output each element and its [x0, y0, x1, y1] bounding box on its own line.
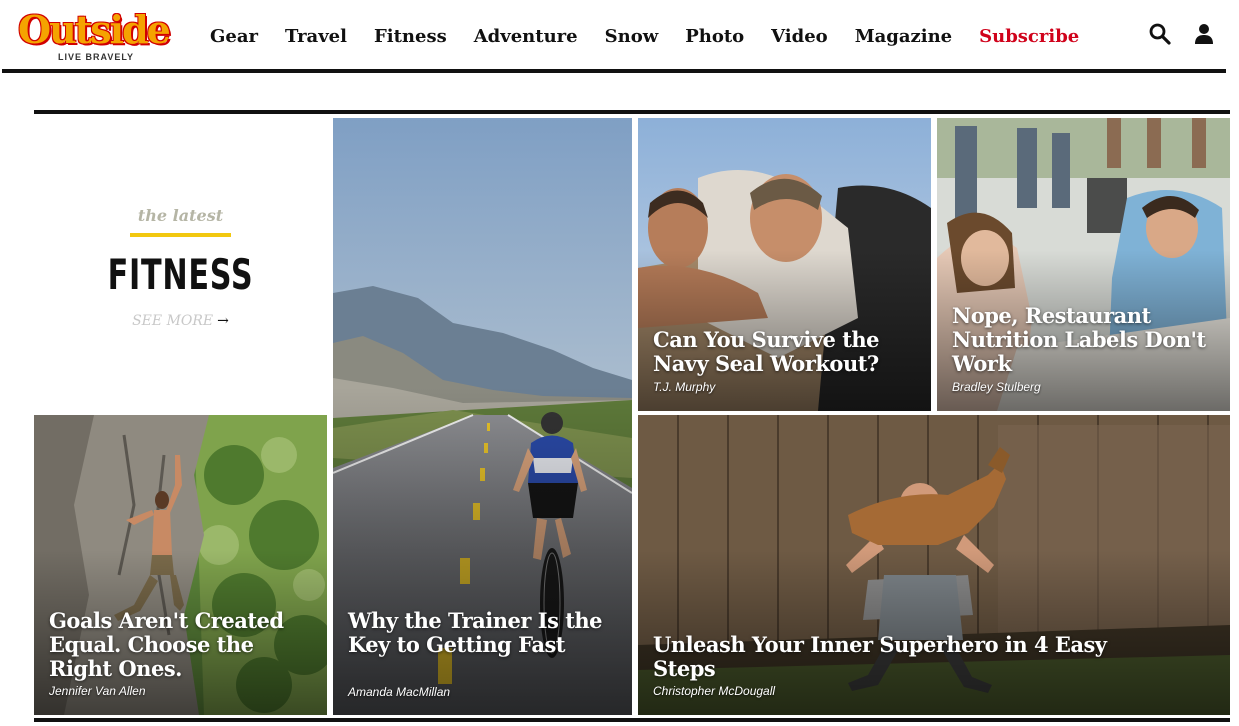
article-card[interactable]: Why the Trainer Is the Key to Getting Fa… [333, 118, 632, 715]
nav-travel[interactable]: Travel [285, 24, 347, 50]
nav-magazine[interactable]: Magazine [855, 24, 952, 50]
section-kicker: the latest [137, 206, 224, 225]
card-overlay [333, 386, 632, 715]
article-card[interactable]: Nope, Restaurant Nutrition Labels Don't … [937, 118, 1230, 411]
nav-photo[interactable]: Photo [685, 24, 744, 50]
section-bottom-divider [34, 718, 1230, 722]
main-nav: Gear Travel Fitness Adventure Snow Photo… [210, 24, 1106, 50]
article-byline: Christopher McDougall [653, 684, 776, 698]
nav-snow[interactable]: Snow [605, 24, 659, 50]
arrow-right-icon: → [217, 313, 229, 329]
section-title: FITNESS [107, 250, 254, 299]
header-divider [2, 69, 1226, 73]
kicker-underline [130, 233, 231, 237]
article-byline: Bradley Stulberg [952, 380, 1041, 394]
search-icon[interactable] [1148, 22, 1172, 46]
user-icon[interactable] [1192, 22, 1216, 46]
article-headline[interactable]: Can You Survive the Navy Seal Workout? [653, 328, 919, 376]
nav-gear[interactable]: Gear [210, 24, 258, 50]
logo-wordmark: Outside [18, 7, 171, 52]
site-header: Outside LIVE BRAVELY Gear Travel Fitness… [0, 0, 1239, 74]
see-more-label: SEE MORE [132, 313, 214, 329]
nav-adventure[interactable]: Adventure [474, 24, 578, 50]
article-byline: T.J. Murphy [653, 380, 716, 394]
nav-video[interactable]: Video [771, 24, 828, 50]
logo-tagline: LIVE BRAVELY [58, 52, 135, 62]
article-headline[interactable]: Goals Aren't Created Equal. Choose the R… [49, 609, 315, 681]
section-intro: the latest FITNESS SEE MORE → [34, 118, 327, 411]
article-card[interactable]: Unleash Your Inner Superhero in 4 Easy S… [638, 415, 1230, 715]
see-more-link[interactable]: SEE MORE → [34, 313, 327, 329]
article-headline[interactable]: Unleash Your Inner Superhero in 4 Easy S… [653, 633, 1140, 681]
article-byline: Amanda MacMillan [348, 685, 451, 699]
article-byline: Jennifer Van Allen [49, 684, 146, 698]
nav-fitness[interactable]: Fitness [374, 24, 447, 50]
article-card[interactable]: Goals Aren't Created Equal. Choose the R… [34, 415, 327, 715]
section-divider [34, 110, 1230, 114]
outside-logo[interactable]: Outside LIVE BRAVELY [18, 10, 186, 64]
article-headline[interactable]: Nope, Restaurant Nutrition Labels Don't … [952, 304, 1218, 376]
nav-subscribe[interactable]: Subscribe [979, 24, 1079, 50]
article-card[interactable]: Can You Survive the Navy Seal Workout? T… [638, 118, 931, 411]
article-headline[interactable]: Why the Trainer Is the Key to Getting Fa… [348, 609, 620, 657]
